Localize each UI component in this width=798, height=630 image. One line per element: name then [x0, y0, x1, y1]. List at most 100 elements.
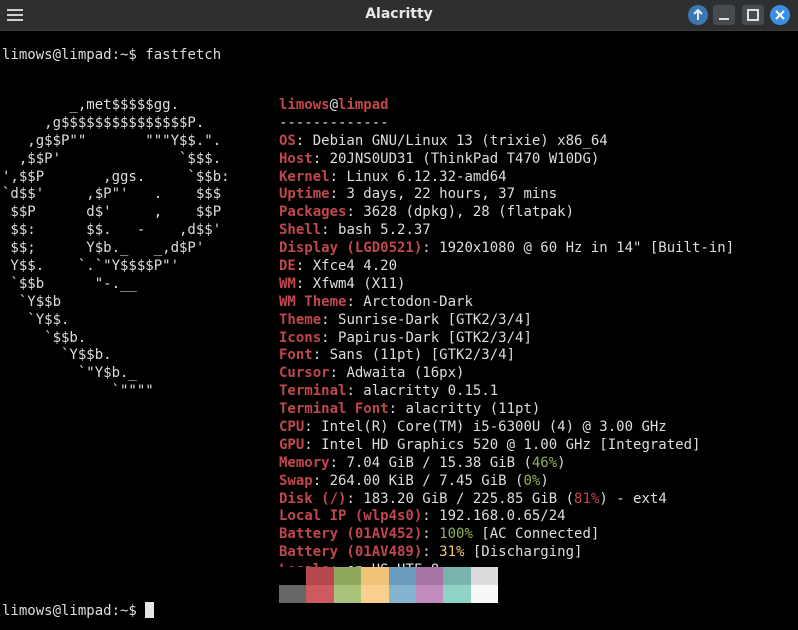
info-row-swap: Swap: 264.00 KiB / 7.45 GiB (0%) — [279, 472, 549, 489]
prompt-line: limows@limpad:~$ — [2, 602, 155, 621]
info-value: Intel HD Graphics 520 @ 1.00 GHz [Integr… — [321, 436, 701, 453]
info-value: 264.00 KiB / 7.45 GiB — [329, 472, 507, 489]
color-swatch — [443, 585, 471, 603]
text-cursor — [145, 602, 155, 618]
logo-line: $$P d$' , $$P — [2, 204, 222, 221]
info-value: alacritty 0.15.1 — [363, 383, 499, 400]
header-at: @ — [329, 97, 339, 113]
info-value: 7.04 GiB / 15.38 GiB — [346, 454, 516, 471]
terminal-area[interactable]: limows@limpad:~$ fastfetch _,met$$$$$gg.… — [0, 31, 798, 630]
info-row-disk: Disk (/): 183.20 GiB / 225.85 GiB (81%) … — [279, 490, 667, 507]
logo-line: `"""" — [2, 383, 154, 400]
info-value: 20JNS0UD31 (ThinkPad T470 W10DG) — [329, 150, 600, 167]
info-row: GPU: Intel HD Graphics 520 @ 1.00 GHz [I… — [279, 437, 734, 455]
keep-above-button[interactable] — [688, 5, 708, 25]
color-swatch — [306, 567, 334, 585]
close-button[interactable] — [770, 5, 790, 25]
info-value: Xfce4 4.20 — [312, 258, 398, 275]
color-swatch — [361, 585, 389, 603]
info-key: GPU — [279, 436, 305, 453]
info-value: Adwaita (16px) — [346, 365, 465, 382]
battery-percent: 31% — [439, 544, 465, 561]
logo-line: `d$$' ,$P"' . $$$ — [2, 186, 222, 203]
terminal-window: Alacritty limows@limpad:~$ fastfetch _,m… — [0, 0, 798, 630]
header-separator: ------------- — [279, 114, 389, 131]
color-swatch — [388, 567, 416, 585]
info-key: Disk (/) — [279, 490, 347, 507]
color-swatch — [470, 585, 499, 603]
info-row: DE: Xfce4 4.20 — [279, 258, 734, 276]
info-key: DE — [279, 258, 296, 275]
info-key: Battery (01AV452) — [279, 526, 423, 543]
minimize-button[interactable] — [713, 5, 735, 25]
info-separator: : — [321, 222, 339, 239]
disk-percent: 81% — [574, 490, 600, 507]
info-value: 1920x1080 @ 60 Hz in 14" [Built-in] — [439, 240, 735, 257]
logo-line: ,g$$$$$$$$$$$$$$$P. — [2, 114, 205, 131]
info-key: Kernel — [279, 168, 330, 185]
info-separator: : — [329, 186, 347, 203]
info-row: WM: Xfwm4 (X11) — [279, 276, 734, 294]
close-icon — [775, 10, 785, 20]
info-separator: : — [312, 150, 330, 167]
color-swatch — [415, 567, 444, 585]
info-row: WM Theme: Arctodon-Dark — [279, 294, 734, 312]
info-row: Font: Sans (11pt) [GTK2/3/4] — [279, 347, 734, 365]
logo-line: `$$b. — [2, 329, 87, 346]
battery-status: [AC Connected] — [472, 526, 600, 543]
info-key: Icons — [279, 329, 322, 346]
info-value: Debian GNU/Linux 13 (trixie) x86_64 — [312, 132, 608, 149]
command-text: fastfetch — [145, 47, 222, 63]
color-swatch — [470, 567, 499, 585]
info-value: 3 days, 22 hours, 37 mins — [346, 186, 558, 203]
logo-line: `Y$$b — [2, 293, 62, 310]
info-row: OS: Debian GNU/Linux 13 (trixie) x86_64 — [279, 133, 734, 151]
color-swatch — [443, 567, 471, 585]
info-value: 183.20 GiB / 225.85 GiB — [363, 490, 558, 507]
info-row: Terminal: alacritty 0.15.1 — [279, 383, 734, 401]
info-separator: : — [329, 168, 347, 185]
info-value: Intel(R) Core(TM) i5-6300U (4) @ 3.00 GH… — [321, 419, 667, 436]
command-line: limows@limpad:~$ fastfetch — [2, 47, 221, 65]
info-separator: : — [422, 240, 440, 257]
info-value: Linux 6.12.32-amd64 — [346, 168, 507, 185]
info-separator: : — [304, 419, 322, 436]
info-value: Arctodon-Dark — [363, 293, 473, 310]
info-separator: : — [346, 293, 364, 310]
logo-line: $$: $$. - ,d$$' — [2, 222, 222, 239]
logo-line: $$; Y$b._ _,d$P' — [2, 240, 205, 257]
info-row-memory: Memory: 7.04 GiB / 15.38 GiB (46%) — [279, 454, 566, 471]
title-bar[interactable]: Alacritty — [0, 0, 798, 31]
maximize-icon — [747, 9, 759, 21]
info-key: Packages — [279, 204, 347, 221]
info-key: Battery (01AV489) — [279, 544, 423, 561]
info-row: Icons: Papirus-Dark [GTK2/3/4] — [279, 330, 734, 348]
info-value: 192.168.0.65/24 — [439, 508, 566, 525]
logo-line: `"Y$b._ — [2, 365, 137, 382]
palette-row-normal — [279, 567, 499, 585]
color-swatch — [361, 567, 389, 585]
color-swatch — [388, 585, 416, 603]
info-separator: : — [388, 401, 406, 418]
header-user: limows — [279, 97, 330, 113]
info-row: Cursor: Adwaita (16px) — [279, 365, 734, 383]
info-value: Sunrise-Dark [GTK2/3/4] — [338, 311, 532, 328]
logo-line: ,$$P' `$$$. — [2, 150, 222, 167]
maximize-button[interactable] — [742, 5, 764, 25]
palette-row-bright — [279, 585, 499, 603]
info-separator: : — [346, 383, 364, 400]
info-key: Uptime — [279, 186, 330, 203]
user-host-header: limows@limpad — [279, 97, 734, 115]
logo-line: Y$$. `.`"Y$$$$P"' — [2, 258, 180, 275]
memory-percent: 46% — [531, 454, 558, 471]
info-key: Host — [279, 150, 313, 167]
color-swatch — [279, 585, 307, 603]
info-separator: : — [295, 275, 313, 292]
info-key: Cursor — [279, 365, 330, 382]
info-key: OS — [279, 132, 296, 149]
logo-line: ',$$P ,ggs. `$$b: — [2, 168, 230, 185]
header-host: limpad — [338, 97, 389, 113]
info-value: Xfwm4 (X11) — [312, 275, 406, 292]
logo-line: `$$b "-.__ — [2, 275, 137, 292]
info-separator: : — [321, 311, 339, 328]
